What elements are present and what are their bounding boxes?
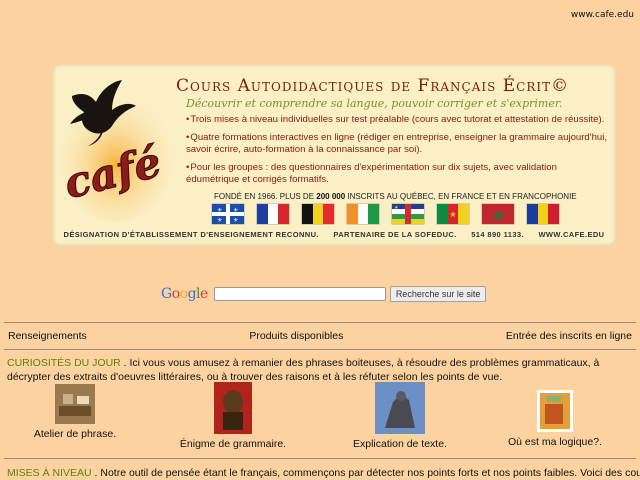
thumb-enigme[interactable]: Énigme de grammaire. [178, 382, 288, 450]
svg-text:⚜: ⚜ [217, 207, 222, 214]
nav-entree-inscrits[interactable]: Entrée des inscrits en ligne [506, 330, 632, 342]
mises-link[interactable]: MISES À NIVEAU [7, 467, 92, 479]
site-url: www.cafe.edu [570, 10, 634, 20]
thinker-image [214, 382, 252, 434]
car-flag-icon: ★ [392, 204, 424, 224]
search-input[interactable] [213, 287, 386, 301]
curiosites-intro: CURIOSITÉS DU JOUR . Ici vous vous amuse… [7, 357, 600, 383]
thumb-atelier[interactable]: Atelier de phrase. [30, 384, 120, 440]
romania-flag-icon [527, 204, 560, 224]
banner-bullets: Trois mises à niveau individuelles sur t… [186, 114, 612, 192]
cafe-logo: café [59, 72, 172, 222]
curiosites-thumbs: Atelier de phrase. Énigme de grammaire. … [0, 382, 640, 456]
mises-intro: MISES À NIVEAU . Notre outil de pensée é… [7, 467, 640, 479]
banner-bullet: Trois mises à niveau individuelles sur t… [186, 114, 612, 126]
curiosites-link[interactable]: CURIOSITÉS DU JOUR [7, 357, 121, 369]
founded-line: FONDÉ EN 1966. PLUS DE 200 000 INSCRITS … [214, 192, 577, 201]
divider [4, 349, 636, 350]
ivory-coast-flag-icon [347, 204, 380, 224]
quebec-flag-icon: ⚜ ⚜ ⚜ ⚜ [212, 204, 244, 224]
banner-footer: DÉSIGNATION D'ÉTABLISSEMENT D'ENSEIGNEME… [63, 230, 605, 239]
cameroon-flag-icon: ★ [437, 204, 470, 224]
svg-text:⚜: ⚜ [217, 217, 222, 224]
divider [4, 322, 636, 323]
banner: café Cours Autodidactiques de Français É… [52, 64, 616, 246]
sculpture-image [375, 382, 425, 434]
main-nav: Renseignements Produits disponibles Entr… [8, 330, 632, 342]
svg-text:★: ★ [394, 205, 399, 211]
search-button[interactable]: Recherche sur le site [389, 286, 487, 302]
morocco-flag-icon: ☆ [482, 204, 514, 224]
nav-produits[interactable]: Produits disponibles [249, 330, 343, 342]
painting-image [537, 390, 573, 432]
banner-bullet: Quatre formations interactives en ligne … [186, 132, 612, 156]
thumb-logique[interactable]: Où est ma logique?. [500, 384, 610, 448]
nav-renseignements[interactable]: Renseignements [8, 330, 87, 342]
divider [4, 458, 636, 459]
thumb-explication[interactable]: Explication de texte. [345, 382, 455, 450]
workshop-image [55, 384, 95, 424]
france-flag-icon [257, 204, 290, 224]
svg-text:⚜: ⚜ [233, 217, 238, 224]
site-search: Google Recherche sur le site [161, 286, 487, 302]
banner-title: Cours Autodidactiques de Français Écrit© [176, 76, 570, 96]
svg-text:☆: ☆ [493, 208, 504, 222]
svg-text:⚜: ⚜ [233, 207, 238, 214]
flags-row: ⚜ ⚜ ⚜ ⚜ ★ ★ ☆ [212, 204, 560, 224]
belgium-flag-icon [302, 204, 335, 224]
google-logo: Google [161, 286, 208, 302]
banner-bullet: Pour les groupes : des questionnaires d'… [186, 162, 612, 186]
banner-subtitle: Découvrir et comprendre sa langue, pouvo… [186, 97, 563, 110]
